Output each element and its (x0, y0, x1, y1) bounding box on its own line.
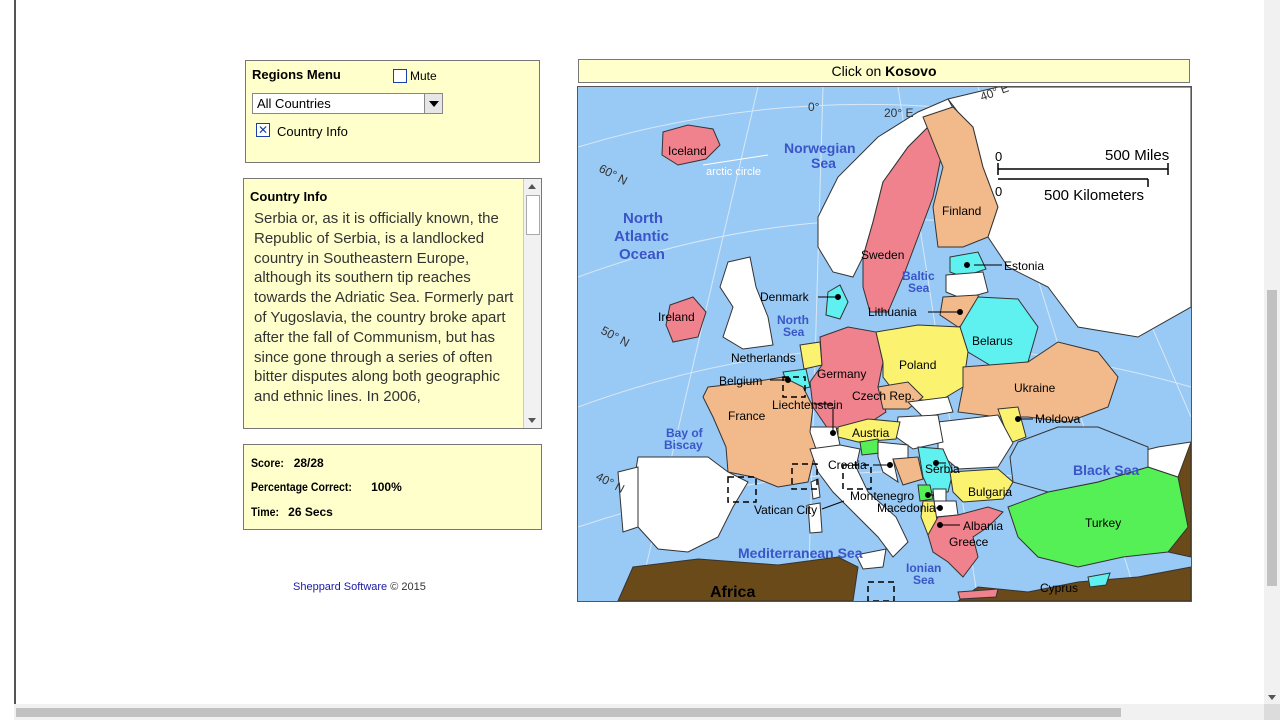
country-info-checkbox[interactable]: ✕ (256, 123, 270, 137)
scale-miles: 500 Miles (1105, 147, 1169, 164)
label-croatia: Croatia (828, 458, 867, 472)
scroll-thumb[interactable] (526, 195, 540, 235)
copyright: © 2015 (390, 581, 426, 593)
sea-norwegian-2: Sea (811, 155, 836, 171)
mute-label[interactable]: Mute (410, 69, 437, 83)
scrollbar-corner (1264, 704, 1280, 720)
country-info-panel: Country Info Serbia or, as it is officia… (243, 178, 542, 429)
europe-map-svg[interactable]: Iceland Sweden Finland Estonia Denmark L… (578, 87, 1191, 601)
country-info-title: Country Info (250, 189, 328, 204)
label-denmark: Denmark (760, 290, 810, 304)
country-info-text: Serbia or, as it is officially known, th… (254, 210, 514, 406)
time-label: Time: (251, 505, 279, 519)
country-kosovo[interactable] (932, 488, 947, 502)
label-greece: Greece (949, 535, 989, 549)
prompt-target: Kosovo (885, 63, 937, 79)
label-germany: Germany (817, 367, 866, 381)
regions-menu-title: Regions Menu (252, 67, 341, 82)
region-select-button[interactable] (424, 94, 442, 113)
time-value: 26 Secs (288, 505, 333, 519)
sea-black: Black Sea (1073, 462, 1139, 478)
region-select[interactable]: All Countries (252, 93, 443, 114)
label-serbia: Serbia (925, 462, 960, 476)
label-poland: Poland (899, 358, 936, 372)
country-netherlands[interactable] (799, 341, 823, 370)
regions-menu-panel: Regions Menu Mute All Countries ✕ Countr… (245, 60, 540, 163)
label-macedonia: Macedonia (877, 501, 936, 515)
label-turkey: Turkey (1085, 516, 1121, 530)
label-estonia: Estonia (1004, 259, 1044, 273)
label-sweden: Sweden (861, 248, 904, 262)
country-slovenia[interactable] (859, 438, 881, 456)
sea-ionian-2: Sea (913, 573, 935, 587)
scroll-up-icon[interactable] (528, 184, 536, 189)
country-info-scrollbar[interactable] (523, 179, 541, 428)
scroll-down-icon[interactable] (528, 418, 536, 423)
label-albania: Albania (963, 519, 1003, 533)
degree-0: 0° (808, 100, 820, 114)
africa-label: Africa (710, 584, 755, 601)
ocean-atlantic: Atlantic (614, 228, 669, 245)
footer: Sheppard Software © 2015 (293, 581, 426, 593)
percent-label: Percentage Correct: (251, 480, 352, 494)
sea-biscay: Biscay (664, 438, 703, 452)
sea-baltic-2: Sea (908, 281, 930, 295)
label-france: France (728, 409, 766, 423)
ocean-north: North (623, 210, 663, 227)
label-czech-republic: Czech Rep. (852, 389, 915, 403)
company-link[interactable]: Sheppard Software (293, 581, 387, 593)
label-liechtenstein: Liechtenstein (772, 398, 843, 412)
chevron-down-icon (429, 101, 439, 107)
page-horizontal-scrollbar[interactable] (14, 704, 1264, 720)
score-row: Score: 28/28 (251, 456, 324, 470)
label-ireland: Ireland (658, 310, 695, 324)
scale-zero-miles: 0 (995, 149, 1002, 164)
region-select-value: All Countries (257, 96, 331, 111)
label-netherlands: Netherlands (731, 351, 796, 365)
score-panel: Score: 28/28 Percentage Correct: 100% Ti… (243, 444, 542, 530)
score-label: Score: (251, 456, 284, 470)
label-cyprus: Cyprus (1040, 581, 1078, 595)
page-hscroll-thumb[interactable] (16, 708, 1121, 717)
label-bulgaria: Bulgaria (968, 485, 1012, 499)
degree-20e: 20° E (884, 106, 913, 120)
label-belgium: Belgium (719, 374, 762, 388)
percent-value: 100% (371, 480, 402, 494)
label-lithuania: Lithuania (868, 305, 917, 319)
page-left-border (0, 0, 16, 720)
arctic-circle-label: arctic circle (706, 166, 761, 178)
label-finland: Finland (942, 204, 981, 218)
sea-norwegian: Norwegian (784, 140, 856, 156)
europe-map[interactable]: Iceland Sweden Finland Estonia Denmark L… (577, 86, 1192, 602)
label-austria: Austria (852, 426, 890, 440)
country-montenegro[interactable] (917, 484, 934, 502)
question-prompt: Click on Kosovo (578, 59, 1190, 83)
time-row: Time: 26 Secs (251, 505, 333, 519)
country-romania[interactable] (937, 414, 1014, 470)
page-vscroll-thumb[interactable] (1267, 290, 1277, 586)
sea-north-2: Sea (783, 325, 805, 339)
country-info-label[interactable]: Country Info (277, 124, 348, 139)
page-scroll-down-icon[interactable] (1268, 695, 1276, 700)
scale-zero-km: 0 (995, 184, 1002, 199)
prompt-prefix: Click on (831, 63, 886, 79)
label-belarus: Belarus (972, 334, 1013, 348)
mute-checkbox[interactable] (393, 69, 407, 83)
label-iceland: Iceland (668, 144, 707, 158)
score-value: 28/28 (293, 456, 324, 470)
percent-row: Percentage Correct: 100% (251, 480, 402, 494)
label-moldova: Moldova (1035, 412, 1081, 426)
ocean-ocean: Ocean (619, 246, 665, 263)
sea-mediterranean: Mediterranean Sea (738, 545, 863, 561)
label-vatican-city: Vatican City (754, 503, 817, 517)
page-vertical-scrollbar[interactable] (1264, 0, 1280, 704)
scale-kilometers: 500 Kilometers (1044, 187, 1144, 204)
label-ukraine: Ukraine (1014, 381, 1056, 395)
